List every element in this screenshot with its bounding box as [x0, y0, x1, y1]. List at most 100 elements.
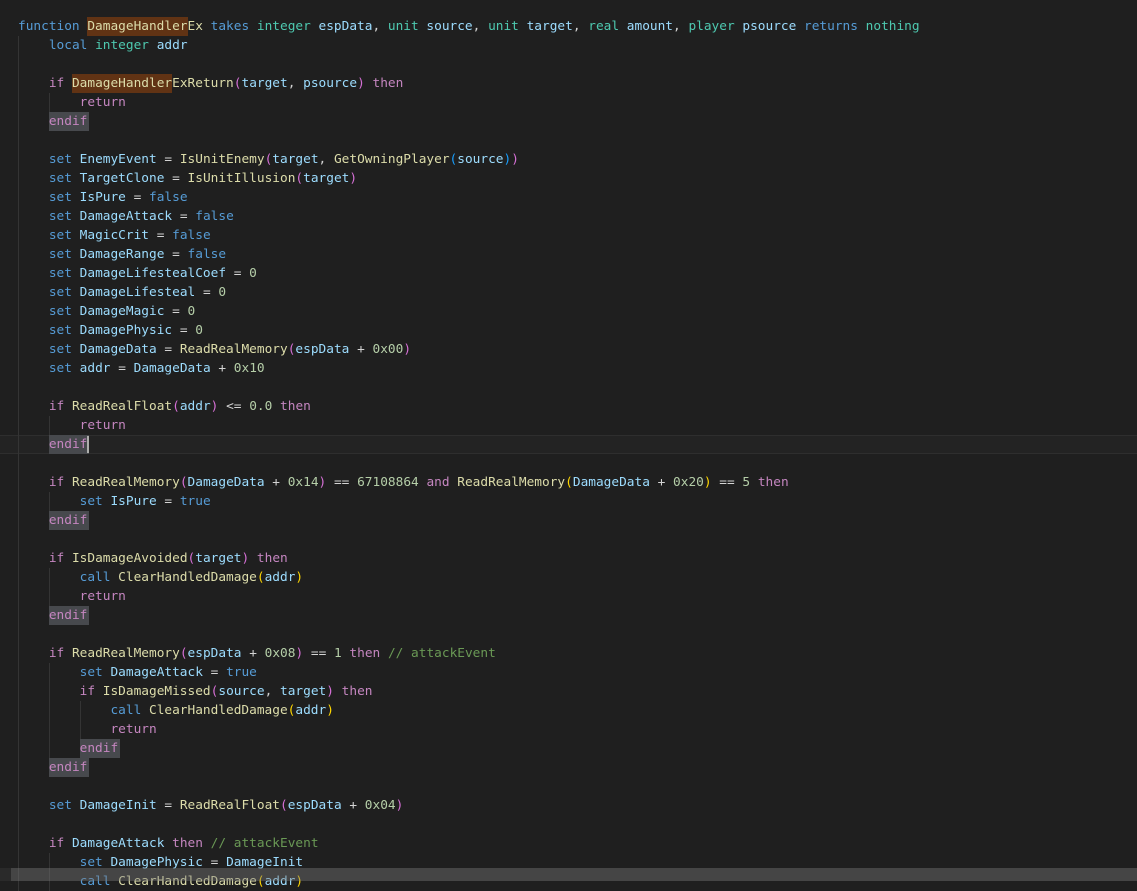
code-token: ClearHandledDamage — [148, 703, 288, 718]
code-line[interactable]: return — [0, 93, 1137, 112]
horizontal-scrollbar[interactable] — [0, 868, 1137, 881]
code-line[interactable]: set IsPure = true — [0, 492, 1137, 511]
indent-guide — [18, 74, 19, 93]
code-line[interactable]: set DamageLifesteal = 0 — [0, 283, 1137, 302]
code-line[interactable]: endif — [0, 112, 1137, 131]
code-token: amount — [626, 19, 674, 34]
code-line[interactable]: set TargetClone = IsUnitIllusion(target) — [0, 169, 1137, 188]
code-line[interactable] — [0, 777, 1137, 796]
code-token: psource — [742, 19, 805, 34]
code-token: function — [18, 19, 88, 34]
code-line[interactable]: call ClearHandledDamage(addr) — [0, 701, 1137, 720]
indent-guide — [18, 378, 19, 397]
code-line[interactable]: set MagicCrit = false — [0, 226, 1137, 245]
code-token: , — [472, 19, 489, 34]
code-token: set — [48, 152, 80, 167]
code-token: espData — [295, 342, 358, 357]
code-token: IsDamageAvoided — [71, 551, 188, 566]
code-line[interactable]: set DamageData = ReadRealMemory(espData … — [0, 340, 1137, 359]
code-line[interactable]: if DamageHandlerExReturn(target, psource… — [0, 74, 1137, 93]
code-token: , — [673, 19, 689, 34]
code-line[interactable]: set DamageRange = false — [0, 245, 1137, 264]
code-token: espData — [318, 19, 373, 34]
text-caret — [87, 436, 89, 453]
code-line[interactable]: set addr = DamageData + 0x10 — [0, 359, 1137, 378]
code-line[interactable]: set DamageInit = ReadRealFloat(espData +… — [0, 796, 1137, 815]
code-line[interactable]: endif — [0, 511, 1137, 530]
code-line[interactable] — [0, 530, 1137, 549]
code-token: DamageData — [187, 475, 273, 490]
indent-guide — [18, 758, 19, 777]
code-token: DamageAttack — [71, 836, 173, 851]
code-token: source — [218, 684, 265, 699]
code-line[interactable]: endif — [0, 739, 1137, 758]
code-line[interactable]: return — [0, 416, 1137, 435]
code-token: // attackEvent — [202, 836, 319, 851]
code-line[interactable]: if DamageAttack then // attackEvent — [0, 834, 1137, 853]
indent-guide — [18, 416, 19, 435]
code-token: addr — [156, 38, 188, 53]
code-line[interactable]: endif — [0, 435, 1137, 454]
code-token: addr — [264, 570, 296, 585]
code-token: set — [48, 171, 80, 186]
code-token: ReadRealMemory — [179, 342, 288, 357]
code-line[interactable]: return — [0, 587, 1137, 606]
code-line[interactable] — [0, 55, 1137, 74]
code-line[interactable]: set EnemyEvent = IsUnitEnemy(target, Get… — [0, 150, 1137, 169]
indent-guide — [18, 131, 19, 150]
code-line[interactable]: return — [0, 720, 1137, 739]
indent-guide — [18, 150, 19, 169]
code-token: , — [264, 684, 281, 699]
code-line[interactable]: endif — [0, 606, 1137, 625]
code-line[interactable]: call ClearHandledDamage(addr) — [0, 568, 1137, 587]
code-line[interactable] — [0, 131, 1137, 150]
code-token: , — [287, 76, 304, 91]
code-token: ) — [326, 684, 334, 699]
code-line[interactable]: set DamageAttack = false — [0, 207, 1137, 226]
indent-guide — [18, 796, 19, 815]
code-line[interactable]: set DamageLifestealCoef = 0 — [0, 264, 1137, 283]
code-token: set — [48, 323, 80, 338]
code-line[interactable]: local integer addr — [0, 36, 1137, 55]
code-line[interactable]: function DamageHandlerEx takes integer e… — [0, 17, 1137, 36]
code-line[interactable] — [0, 454, 1137, 473]
code-token: 0 — [249, 266, 257, 281]
code-token: DamageLifesteal — [79, 285, 203, 300]
indent-guide — [18, 701, 19, 720]
code-line[interactable] — [0, 625, 1137, 644]
code-token: ) — [295, 570, 304, 585]
code-line[interactable]: set DamageAttack = true — [0, 663, 1137, 682]
indent-guide — [18, 302, 19, 321]
code-line[interactable] — [0, 378, 1137, 397]
word-occurrence-highlight: endif — [48, 112, 88, 131]
code-token: 0x04 — [364, 798, 396, 813]
indent-guide — [18, 777, 19, 796]
code-token: false — [195, 209, 234, 224]
code-line[interactable]: endif — [0, 758, 1137, 777]
code-token: ) — [295, 646, 304, 661]
code-line[interactable]: if IsDamageMissed(source, target) then — [0, 682, 1137, 701]
code-token: 5 — [742, 475, 751, 490]
code-token: DamageData — [79, 342, 165, 357]
code-editor[interactable]: function DamageHandlerEx takes integer e… — [0, 0, 1137, 891]
code-token: 0.0 — [249, 399, 273, 414]
code-line[interactable] — [0, 815, 1137, 834]
code-token: 0 — [218, 285, 227, 300]
code-line[interactable]: if ReadRealMemory(espData + 0x08) == 1 t… — [0, 644, 1137, 663]
code-line[interactable]: if IsDamageAvoided(target) then — [0, 549, 1137, 568]
code-line[interactable]: if ReadRealFloat(addr) <= 0.0 then — [0, 397, 1137, 416]
code-token: 1 — [333, 646, 342, 661]
code-line[interactable]: set DamageMagic = 0 — [0, 302, 1137, 321]
indent-guide — [18, 568, 19, 587]
code-token: set — [48, 798, 80, 813]
code-line[interactable]: set IsPure = false — [0, 188, 1137, 207]
code-line[interactable]: if ReadRealMemory(DamageData + 0x14) == … — [0, 473, 1137, 492]
code-line[interactable]: set DamagePhysic = 0 — [0, 321, 1137, 340]
indent-guide — [18, 663, 19, 682]
code-token: + — [657, 475, 674, 490]
